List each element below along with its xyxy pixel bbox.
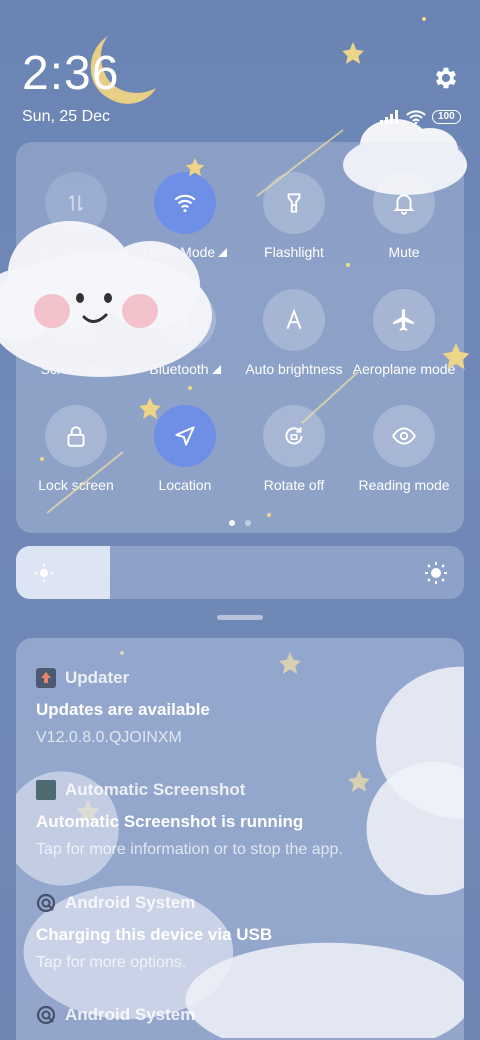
eye-icon [392, 427, 416, 445]
notification-text: V12.0.8.0.QJOINXM [36, 729, 182, 746]
tile-button[interactable] [263, 172, 325, 234]
tile-button[interactable] [154, 289, 216, 351]
tile-button[interactable] [373, 289, 435, 351]
signal-icon [380, 110, 398, 124]
tile-label-text: Mute [388, 244, 420, 260]
expand-arrow-icon [218, 247, 228, 257]
tile-auto-brightness[interactable]: Auto brightness [239, 289, 349, 377]
tile-button[interactable] [373, 405, 435, 467]
lock-icon [67, 426, 85, 447]
notification-app-name: Automatic Screenshot [65, 780, 246, 799]
page-dot-1 [229, 520, 235, 526]
tile-label-text: Location [158, 477, 212, 493]
notification-text: Tap for more information or to stop the … [36, 841, 343, 858]
rotate-lock-icon [285, 427, 303, 445]
clock: 2:36 [22, 47, 120, 100]
tile-label-text: Aeroplane mode [352, 361, 456, 377]
tile-label: Reading mode [349, 477, 459, 493]
tile-label-text: Mobile data [39, 244, 113, 260]
tile-mobile-data[interactable]: Mobile data [21, 172, 131, 260]
drag-handle[interactable] [217, 615, 263, 620]
tile-label: Rotate off [239, 477, 349, 493]
tile-button[interactable] [154, 172, 216, 234]
battery-indicator: 100 [432, 110, 461, 124]
tile-label: Location [130, 477, 240, 493]
star-decoration [342, 42, 364, 64]
tile-screenshot[interactable]: Screenshot [21, 289, 131, 377]
wifi-icon [174, 194, 196, 213]
updater-icon [36, 668, 56, 688]
notification-updater[interactable]: Updater Updates are available V12.0.8.0.… [36, 668, 456, 747]
tile-label-text: Flashlight [264, 244, 324, 260]
tile-label: Bluetooth [130, 361, 240, 377]
android-system-icon [36, 1005, 56, 1025]
tile-label: Mobile data [21, 244, 131, 260]
tile-location[interactable]: Location [130, 405, 240, 493]
screenshot-app-icon [36, 780, 56, 800]
brightness-low-icon [34, 563, 54, 583]
notification-android-system[interactable]: Android System [36, 1005, 456, 1025]
tile-label: DemoMode [130, 244, 240, 260]
tile-label-text: Lock screen [38, 477, 114, 493]
bluetooth-icon [178, 308, 192, 332]
notification-panel: Updater Updates are available V12.0.8.0.… [16, 638, 464, 1040]
tile-button[interactable] [45, 289, 107, 351]
bell-icon [393, 194, 415, 215]
tile-demomode[interactable]: DemoMode [130, 172, 240, 260]
page-dot-2 [245, 520, 251, 526]
tile-label: Auto brightness [239, 361, 349, 377]
tile-button[interactable] [263, 405, 325, 467]
notification-title: Automatic Screenshot is running [36, 812, 304, 831]
wifi-status-icon [406, 110, 426, 124]
auto-brightness-icon [286, 308, 302, 330]
date: Sun, 25 Dec [22, 108, 111, 125]
tile-reading-mode[interactable]: Reading mode [349, 405, 459, 493]
expand-arrow-icon [211, 364, 221, 374]
tile-button[interactable] [45, 405, 107, 467]
android-system-icon [36, 893, 56, 913]
tile-aeroplane-mode[interactable]: Aeroplane mode [349, 289, 459, 377]
tile-label-text: Bluetooth [149, 361, 209, 377]
tile-bluetooth[interactable]: Bluetooth [130, 289, 240, 377]
tile-label-text: DemoMode [142, 244, 216, 260]
tile-label: Mute [349, 244, 459, 260]
tile-flashlight[interactable]: Flashlight [239, 172, 349, 260]
settings-gear-icon[interactable] [432, 64, 460, 92]
tile-label: Lock screen [21, 477, 131, 493]
airplane-icon [393, 309, 414, 331]
tile-label: Flashlight [239, 244, 349, 260]
tile-button[interactable] [154, 405, 216, 467]
notification-title: Updates are available [36, 700, 210, 719]
brightness-slider[interactable] [16, 546, 464, 599]
brightness-fill [16, 546, 111, 599]
tile-button[interactable] [45, 172, 107, 234]
notification-app-name: Android System [65, 1005, 196, 1024]
tile-label-text: Rotate off [263, 477, 325, 493]
tile-label: Aeroplane mode [349, 361, 459, 377]
page-indicator [229, 520, 251, 526]
notification-app-name: Android System [65, 893, 196, 912]
tile-label-text: Reading mode [358, 477, 450, 493]
notification-android-system-usb[interactable]: Android System Charging this device via … [36, 893, 456, 972]
mobile-data-icon [68, 194, 84, 212]
tile-button[interactable] [263, 289, 325, 351]
tile-mute[interactable]: Mute [349, 172, 459, 260]
flashlight-icon [287, 193, 301, 213]
tile-label: Screenshot [21, 361, 131, 377]
tile-label-text: Auto brightness [245, 361, 343, 377]
notification-automatic-screenshot[interactable]: Automatic Screenshot Automatic Screensho… [36, 780, 456, 859]
tile-button[interactable] [373, 172, 435, 234]
system-status-icons: 100 [380, 108, 461, 126]
tile-label-text: Screenshot [40, 361, 112, 377]
notification-app-name: Updater [65, 668, 130, 687]
tile-lock-screen[interactable]: Lock screen [21, 405, 131, 493]
screenshot-icon [66, 311, 86, 328]
notification-title: Charging this device via USB [36, 925, 273, 944]
tile-rotate-off[interactable]: Rotate off [239, 405, 349, 493]
brightness-high-icon [425, 562, 447, 584]
location-icon [175, 426, 195, 446]
notification-text: Tap for more options. [36, 954, 187, 971]
